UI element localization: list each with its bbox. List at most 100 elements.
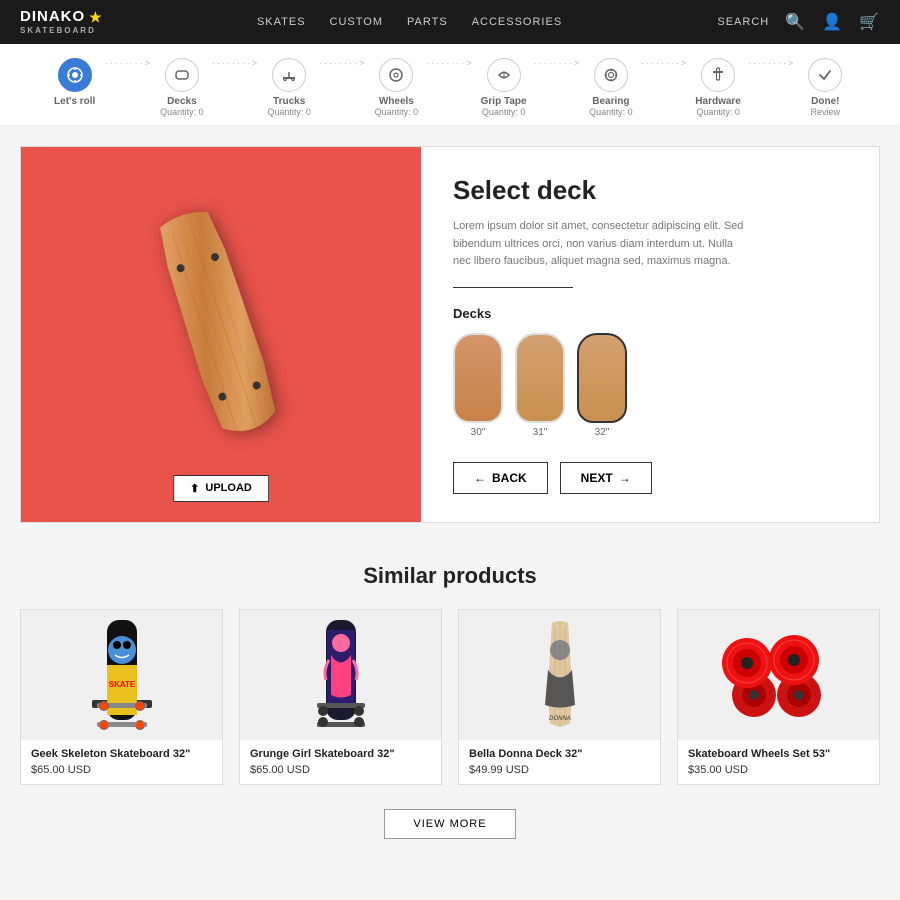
product-card-3[interactable]: Skateboard Wheels Set 53" $35.00 USD xyxy=(677,609,880,785)
product-info-2: Bella Donna Deck 32" $49.99 USD xyxy=(459,740,660,784)
step-label-trucks: Trucks xyxy=(273,96,305,107)
product-card-0[interactable]: SKATE Geek Skeleton Skateboard 32" xyxy=(20,609,223,785)
step-dots-1: ········> xyxy=(105,58,152,92)
step-circle-done xyxy=(808,58,842,92)
product-image-1 xyxy=(240,610,441,740)
deck-thumb-31 xyxy=(515,333,565,423)
svg-text:SKATE: SKATE xyxy=(108,680,135,689)
deck-option-32[interactable]: 32" xyxy=(577,333,627,438)
step-label-lets-roll: Let's roll xyxy=(54,96,95,107)
nav-skates[interactable]: SKATES xyxy=(257,16,306,28)
product-info-3: Skateboard Wheels Set 53" $35.00 USD xyxy=(678,740,879,784)
step-decks[interactable]: Decks Quantity: 0 xyxy=(152,58,212,117)
brand-star: ★ xyxy=(89,9,102,26)
upload-button[interactable]: ⬆ UPLOAD xyxy=(173,475,269,502)
product-price-2: $49.99 USD xyxy=(469,764,650,776)
next-arrow-icon: → xyxy=(619,471,631,485)
nav-links: SKATES CUSTOM PARTS ACCESSORIES xyxy=(257,16,562,28)
product-image-0: SKATE xyxy=(21,610,222,740)
product-name-0: Geek Skeleton Skateboard 32" xyxy=(31,748,212,760)
step-qty-hardware: Quantity: 0 xyxy=(696,107,740,117)
brand-name: DINAKO xyxy=(20,8,85,26)
step-done[interactable]: Done! Review xyxy=(795,58,855,117)
deck-svg xyxy=(131,194,311,474)
step-label-bearing: Bearing xyxy=(592,96,629,107)
step-dots-6: ········> xyxy=(641,58,688,92)
step-circle-decks xyxy=(165,58,199,92)
step-hardware[interactable]: Hardware Quantity: 0 xyxy=(688,58,748,117)
similar-products-section: Similar products SKATE xyxy=(20,563,880,839)
user-icon[interactable]: 👤 xyxy=(822,12,843,32)
cart-icon[interactable]: 🛒 xyxy=(859,12,880,32)
product-price-0: $65.00 USD xyxy=(31,764,212,776)
product-image-area: ⬆ UPLOAD xyxy=(21,147,421,522)
upload-icon: ⬆ xyxy=(190,482,199,495)
step-qty-done: Review xyxy=(811,107,841,117)
step-dots-5: ········> xyxy=(534,58,581,92)
step-label-done: Done! xyxy=(811,96,839,107)
deck-option-31[interactable]: 31" xyxy=(515,333,565,438)
step-circle-grip-tape xyxy=(487,58,521,92)
next-label: NEXT xyxy=(581,471,613,485)
step-circle-bearing xyxy=(594,58,628,92)
step-circle-lets-roll xyxy=(58,58,92,92)
select-description: Lorem ipsum dolor sit amet, consectetur … xyxy=(453,218,753,271)
brand-sub: SKATEBOARD xyxy=(20,26,102,36)
brand-logo[interactable]: DINAKO ★ SKATEBOARD xyxy=(20,8,102,36)
step-dots-4: ········> xyxy=(426,58,473,92)
search-label[interactable]: SEARCH xyxy=(717,16,769,28)
step-circle-wheels xyxy=(379,58,413,92)
next-button[interactable]: NEXT → xyxy=(560,462,652,494)
deck-size-30: 30" xyxy=(471,427,486,438)
step-circle-trucks xyxy=(272,58,306,92)
nav-accessories[interactable]: ACCESSORIES xyxy=(472,16,562,28)
products-grid: SKATE Geek Skeleton Skateboard 32" xyxy=(20,609,880,785)
step-dots-7: ········> xyxy=(748,58,795,92)
product-name-2: Bella Donna Deck 32" xyxy=(469,748,650,760)
deck-thumb-30 xyxy=(453,333,503,423)
product-price-3: $35.00 USD xyxy=(688,764,869,776)
steps-wizard: Let's roll ········> Decks Quantity: 0 ·… xyxy=(0,44,900,126)
product-name-1: Grunge Girl Skateboard 32" xyxy=(250,748,431,760)
product-name-3: Skateboard Wheels Set 53" xyxy=(688,748,869,760)
step-grip-tape[interactable]: Grip Tape Quantity: 0 xyxy=(474,58,534,117)
step-bearing[interactable]: Bearing Quantity: 0 xyxy=(581,58,641,117)
deck-size-32: 32" xyxy=(595,427,610,438)
step-qty-grip-tape: Quantity: 0 xyxy=(482,107,526,117)
view-more-container: VIEW MORE xyxy=(20,809,880,839)
product-image-3 xyxy=(678,610,879,740)
nav-right: SEARCH 🔍 👤 🛒 xyxy=(717,12,880,32)
upload-label: UPLOAD xyxy=(205,482,251,494)
step-wheels[interactable]: Wheels Quantity: 0 xyxy=(366,58,426,117)
select-panel: Select deck Lorem ipsum dolor sit amet, … xyxy=(421,147,879,522)
divider xyxy=(453,287,573,288)
product-info-0: Geek Skeleton Skateboard 32" $65.00 USD xyxy=(21,740,222,784)
product-image-2: DONNA xyxy=(459,610,660,740)
step-label-decks: Decks xyxy=(167,96,196,107)
deck-size-31: 31" xyxy=(533,427,548,438)
step-dots-2: ········> xyxy=(212,58,259,92)
nav-custom[interactable]: CUSTOM xyxy=(330,16,383,28)
similar-title: Similar products xyxy=(20,563,880,589)
step-trucks[interactable]: Trucks Quantity: 0 xyxy=(259,58,319,117)
search-icon[interactable]: 🔍 xyxy=(785,12,806,32)
product-card-1[interactable]: Grunge Girl Skateboard 32" $65.00 USD xyxy=(239,609,442,785)
select-title: Select deck xyxy=(453,175,847,206)
step-label-hardware: Hardware xyxy=(695,96,741,107)
deck-options: 30" 31" 32" xyxy=(453,333,847,438)
action-buttons: ← BACK NEXT → xyxy=(453,462,847,494)
deck-option-30[interactable]: 30" xyxy=(453,333,503,438)
step-circle-hardware xyxy=(701,58,735,92)
view-more-button[interactable]: VIEW MORE xyxy=(384,809,515,839)
back-button[interactable]: ← BACK xyxy=(453,462,548,494)
navbar: DINAKO ★ SKATEBOARD SKATES CUSTOM PARTS … xyxy=(0,0,900,44)
nav-parts[interactable]: PARTS xyxy=(407,16,448,28)
step-dots-3: ········> xyxy=(319,58,366,92)
decks-section-label: Decks xyxy=(453,306,847,321)
product-card-2[interactable]: DONNA Bella Donna Deck 32" $49.99 USD xyxy=(458,609,661,785)
step-label-grip-tape: Grip Tape xyxy=(481,96,527,107)
deck-thumb-32 xyxy=(577,333,627,423)
step-qty-bearing: Quantity: 0 xyxy=(589,107,633,117)
step-lets-roll[interactable]: Let's roll xyxy=(45,58,105,107)
main-content: ⬆ UPLOAD Select deck Lorem ipsum dolor s… xyxy=(20,146,880,523)
